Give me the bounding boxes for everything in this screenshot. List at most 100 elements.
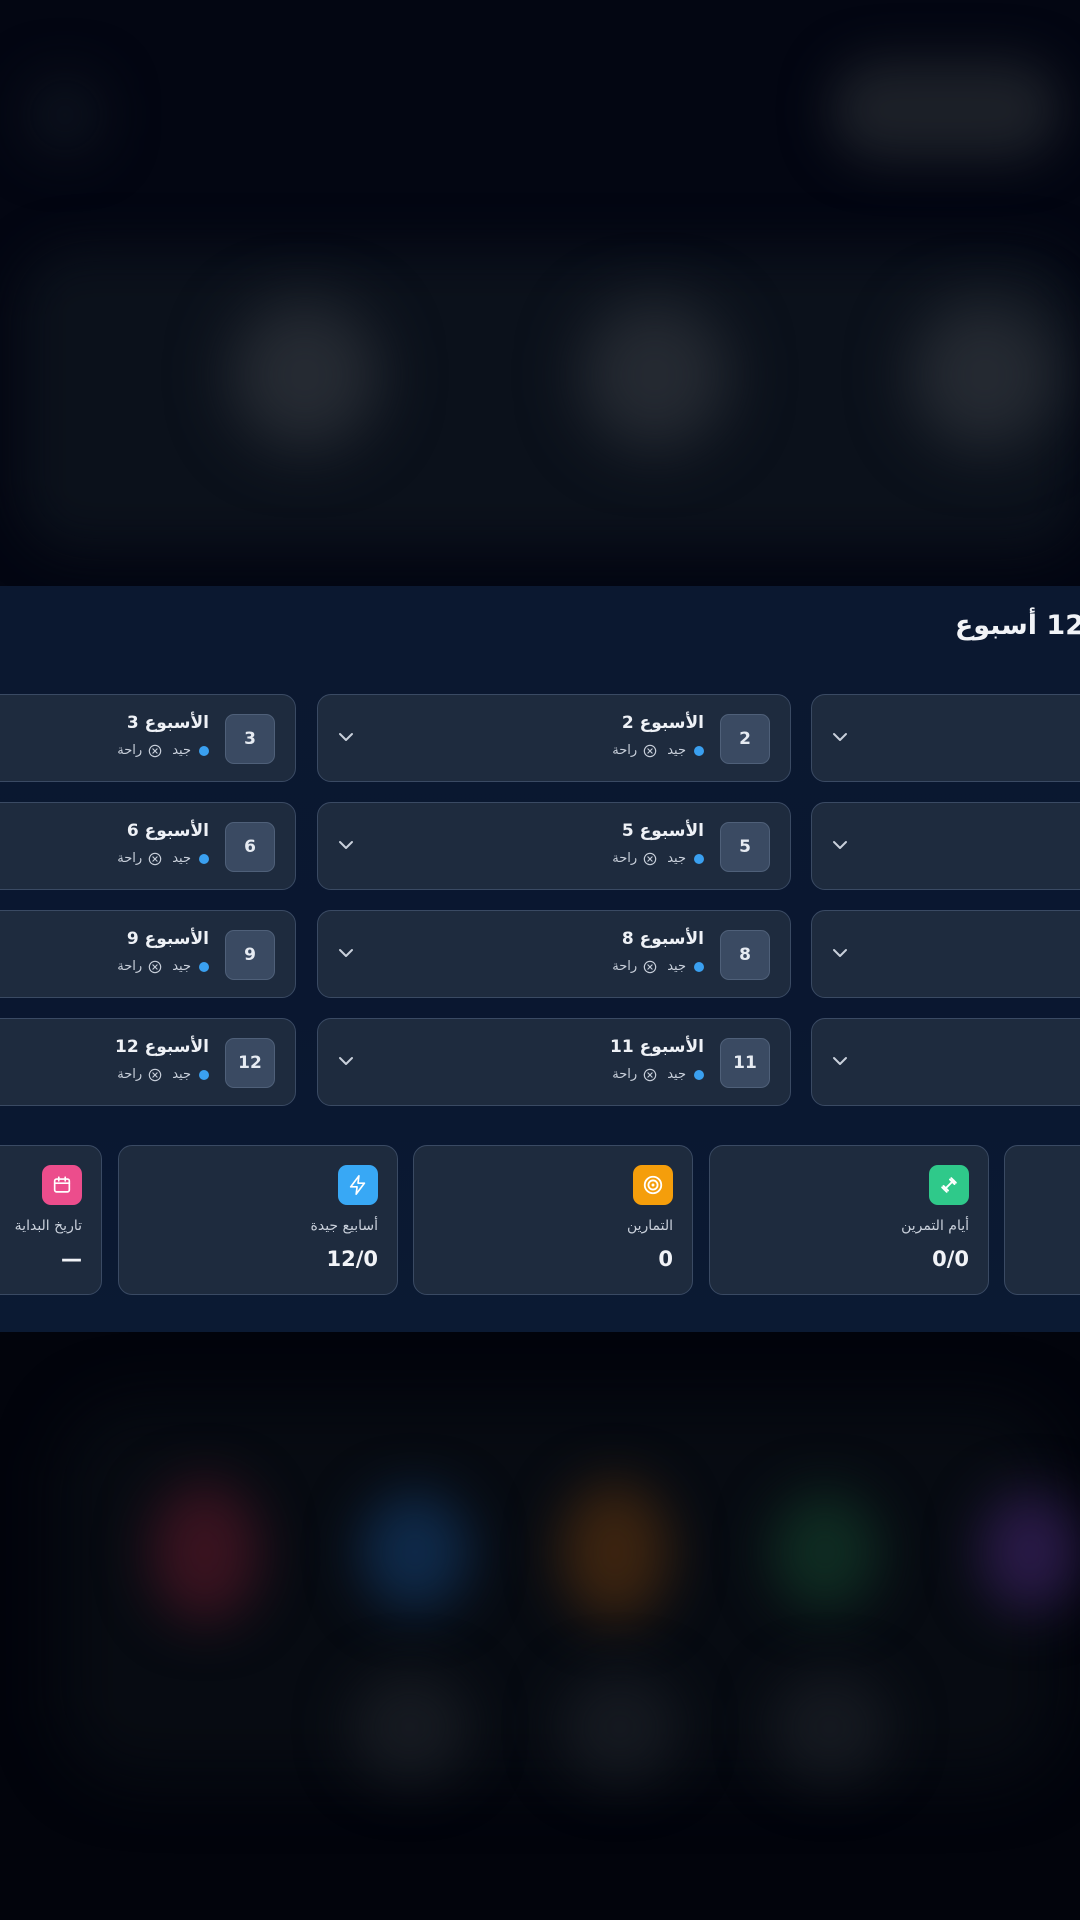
stat-card-start-date: تاريخ البداية — — [0, 1145, 102, 1295]
rest-x-icon — [643, 960, 657, 973]
blurred-circle — [360, 1492, 470, 1612]
week-number-badge: 12 — [225, 1038, 275, 1088]
blurred-avatar — [30, 80, 100, 150]
week-rest: راحة — [612, 851, 638, 866]
stat-value: — — [61, 1247, 82, 1271]
week-number-badge: 3 — [225, 714, 275, 764]
week-title: الأسبوع 11 — [609, 1037, 704, 1057]
rest-x-icon — [643, 1068, 657, 1081]
week-status: جيد راحة — [612, 743, 704, 758]
week-quality: جيد — [172, 851, 191, 866]
week-title: الأسبوع 9 — [126, 929, 209, 949]
chevron-down-icon[interactable] — [334, 833, 358, 857]
week-card[interactable]: 9 الأسبوع 9 جيد راحة — [0, 910, 296, 998]
target-icon — [633, 1165, 673, 1205]
stat-card-workout-days: أيام التمرين 0/0 — [709, 1145, 989, 1295]
week-card[interactable]: 11 الأسبوع 11 جيد راحة — [317, 1018, 791, 1106]
week-card[interactable]: 6 الأسبوع 6 جيد راحة — [0, 802, 296, 890]
week-card[interactable] — [811, 1018, 1080, 1106]
week-number-badge: 9 — [225, 930, 275, 980]
chevron-down-icon[interactable] — [334, 1049, 358, 1073]
week-number-badge: 6 — [225, 822, 275, 872]
week-rest: راحة — [612, 1067, 638, 1082]
week-quality: جيد — [667, 959, 686, 974]
stat-label: التمارين — [626, 1218, 673, 1234]
stat-card-partial — [1004, 1145, 1080, 1295]
good-status-dot — [694, 1069, 704, 1080]
week-card[interactable]: 2 الأسبوع 2 جيد راحة — [317, 694, 791, 782]
chevron-down-icon[interactable] — [334, 941, 358, 965]
stat-label: تاريخ البداية — [14, 1218, 82, 1234]
week-rest: راحة — [117, 1067, 143, 1082]
good-status-dot — [694, 745, 704, 756]
rest-x-icon — [148, 1068, 162, 1081]
good-status-dot — [694, 853, 704, 864]
week-quality: جيد — [667, 743, 686, 758]
week-status: جيد راحة — [612, 959, 704, 974]
good-status-dot — [199, 1069, 209, 1080]
week-status: جيد راحة — [612, 1067, 704, 1082]
stat-value: 12/0 — [326, 1247, 378, 1271]
program-weeks-panel: 12 أسبوع 2 الأسبوع 2 جيد راحة 3 الأسبوع … — [0, 586, 1080, 1332]
week-rest: راحة — [117, 959, 143, 974]
week-card[interactable] — [811, 802, 1080, 890]
stat-value: 0 — [658, 1247, 673, 1271]
week-quality: جيد — [172, 959, 191, 974]
chevron-down-icon[interactable] — [828, 725, 852, 749]
stat-value: 0/0 — [932, 1247, 969, 1271]
rest-x-icon — [643, 744, 657, 757]
blurred-circle — [350, 1672, 470, 1782]
panel-title: 12 أسبوع — [954, 610, 1080, 641]
dumbbell-icon — [929, 1165, 969, 1205]
week-title: الأسبوع 5 — [621, 821, 704, 841]
week-card[interactable] — [811, 910, 1080, 998]
stat-card-exercises: التمارين 0 — [413, 1145, 693, 1295]
blurred-circle — [770, 1672, 890, 1782]
blurred-circle — [230, 300, 380, 450]
stat-label: أيام التمرين — [901, 1218, 969, 1234]
rest-x-icon — [643, 852, 657, 865]
stat-card-good-weeks: أسابيع جيدة 12/0 — [118, 1145, 398, 1295]
week-rest: راحة — [117, 743, 143, 758]
week-card[interactable]: 8 الأسبوع 8 جيد راحة — [317, 910, 791, 998]
lightning-icon — [338, 1165, 378, 1205]
week-rest: راحة — [612, 959, 638, 974]
blurred-circle — [560, 1482, 670, 1622]
week-quality: جيد — [172, 743, 191, 758]
blurred-circle — [580, 300, 730, 450]
chevron-down-icon[interactable] — [828, 1049, 852, 1073]
chevron-down-icon[interactable] — [334, 725, 358, 749]
week-number-badge: 11 — [720, 1038, 770, 1088]
week-rest: راحة — [612, 743, 638, 758]
blurred-circle — [560, 1672, 680, 1782]
week-number-badge: 8 — [720, 930, 770, 980]
week-quality: جيد — [667, 1067, 686, 1082]
week-number-badge: 2 — [720, 714, 770, 764]
chevron-down-icon[interactable] — [828, 833, 852, 857]
good-status-dot — [199, 961, 209, 972]
blurred-background-top — [0, 0, 1080, 586]
good-status-dot — [694, 961, 704, 972]
blurred-circle — [770, 1492, 880, 1612]
blurred-header-pill — [830, 60, 1060, 160]
week-quality: جيد — [667, 851, 686, 866]
blurred-circle — [150, 1482, 260, 1622]
week-status: جيد راحة — [117, 959, 209, 974]
week-status: جيد راحة — [117, 743, 209, 758]
rest-x-icon — [148, 960, 162, 973]
week-title: الأسبوع 8 — [621, 929, 704, 949]
week-number-badge: 5 — [720, 822, 770, 872]
week-card[interactable]: 12 الأسبوع 12 جيد راحة — [0, 1018, 296, 1106]
rest-x-icon — [148, 744, 162, 757]
week-status: جيد راحة — [117, 851, 209, 866]
week-card[interactable]: 5 الأسبوع 5 جيد راحة — [317, 802, 791, 890]
blurred-background-bottom — [0, 1332, 1080, 1920]
week-card[interactable]: 3 الأسبوع 3 جيد راحة — [0, 694, 296, 782]
week-rest: راحة — [117, 851, 143, 866]
week-title: الأسبوع 6 — [126, 821, 209, 841]
week-status: جيد راحة — [117, 1067, 209, 1082]
chevron-down-icon[interactable] — [828, 941, 852, 965]
blurred-circle — [980, 1492, 1080, 1612]
week-card[interactable] — [811, 694, 1080, 782]
week-title: الأسبوع 3 — [126, 713, 209, 733]
